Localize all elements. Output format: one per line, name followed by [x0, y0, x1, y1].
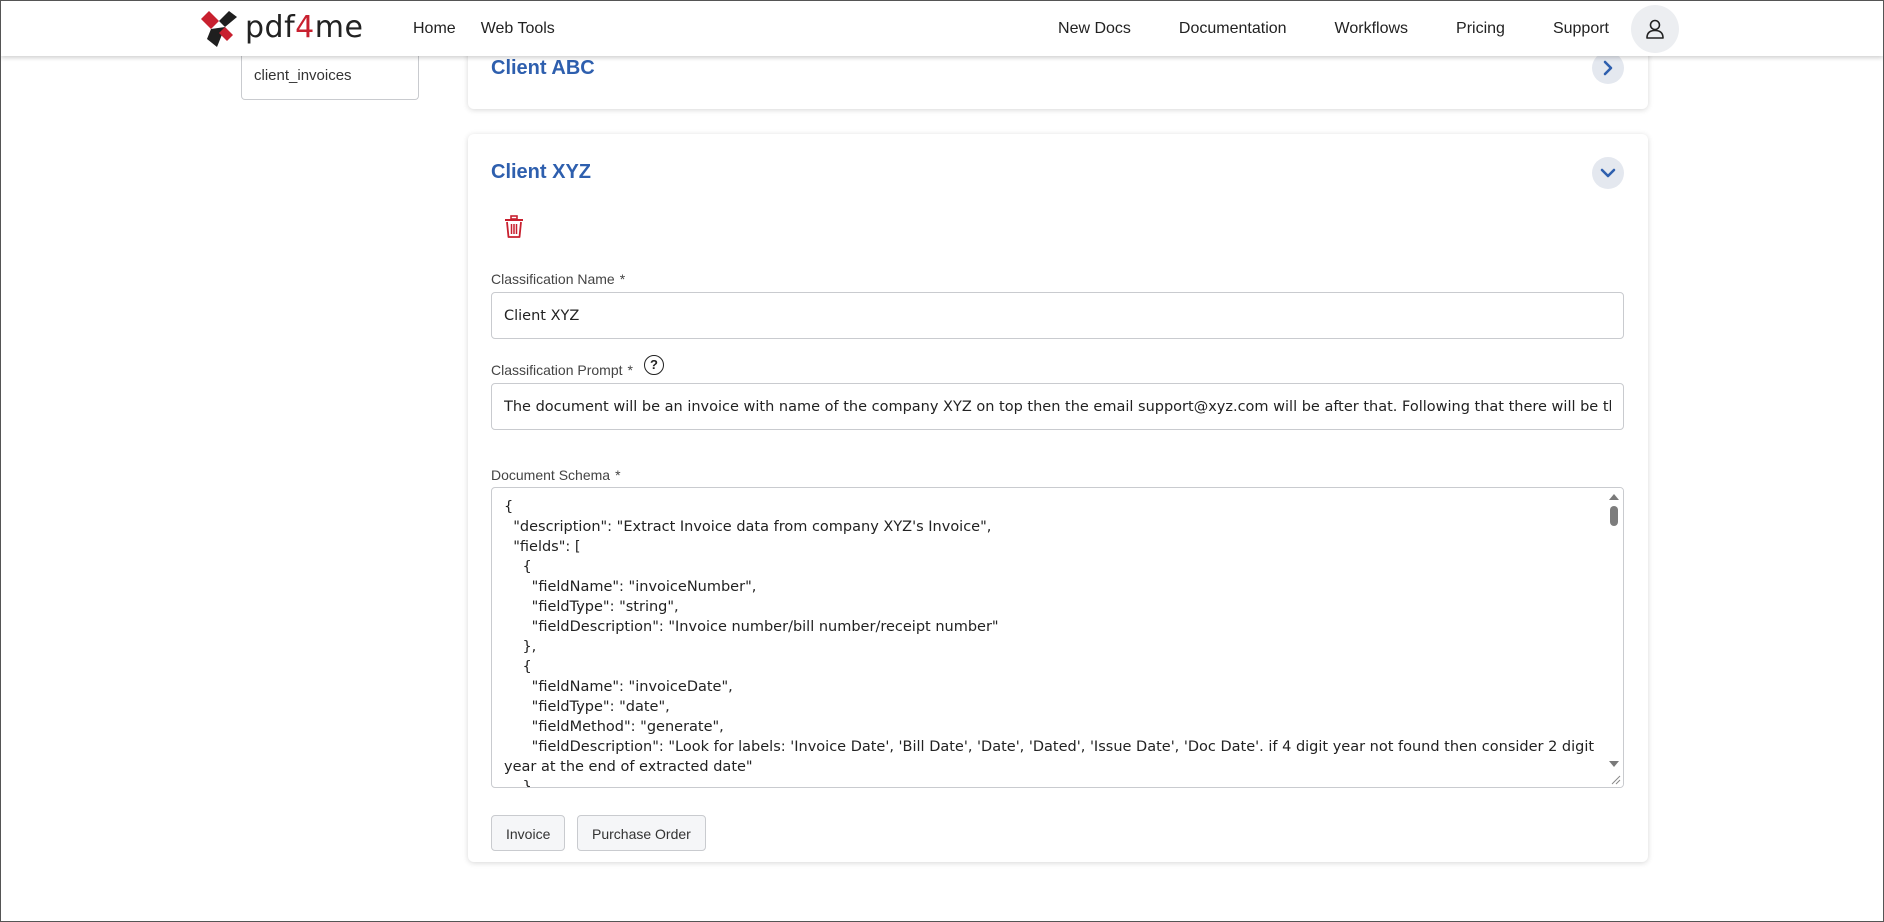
classification-card-client-xyz: Client XYZ Classification Name* Classifi… [468, 134, 1648, 862]
brand-logo[interactable]: pdf4me [199, 7, 363, 49]
expand-toggle-button[interactable] [1592, 52, 1624, 84]
top-navbar: pdf4me Home Web Tools New Docs Documenta… [1, 1, 1883, 56]
nav-link-support[interactable]: Support [1553, 20, 1609, 38]
sidebar: client_invoices [241, 55, 419, 100]
scroll-thumb[interactable] [1610, 506, 1618, 526]
trash-icon [505, 215, 523, 238]
template-chip-invoice[interactable]: Invoice [491, 815, 566, 851]
scroll-down-arrow-icon[interactable] [1609, 761, 1619, 767]
template-chip-purchase-order[interactable]: Purchase Order [577, 815, 706, 851]
app-window: pdf4me Home Web Tools New Docs Documenta… [0, 0, 1884, 922]
classification-title[interactable]: Client ABC [491, 57, 595, 80]
document-schema-textarea[interactable]: { "description": "Extract Invoice data f… [491, 487, 1624, 788]
classification-name-input[interactable] [491, 292, 1624, 339]
question-circle-icon[interactable]: ? [644, 355, 664, 375]
nav-link-home[interactable]: Home [413, 20, 456, 38]
user-account-button[interactable] [1631, 4, 1679, 53]
nav-link-pricing[interactable]: Pricing [1456, 20, 1505, 38]
classification-name-label: Classification Name * [491, 271, 626, 287]
user-icon [1646, 19, 1664, 39]
document-schema-label: Document Schema * [491, 467, 621, 483]
collapse-toggle-button[interactable] [1592, 157, 1624, 189]
classification-title[interactable]: Client XYZ [491, 161, 591, 184]
delete-classification-button[interactable] [502, 214, 526, 240]
chevron-down-icon [1600, 168, 1616, 178]
nav-link-workflows[interactable]: Workflows [1335, 20, 1409, 38]
nav-secondary: New Docs Documentation Workflows Pricing… [1010, 1, 1679, 56]
chevron-right-icon [1603, 60, 1613, 76]
sidebar-item-client-invoices[interactable]: client_invoices [254, 67, 352, 84]
brand-wordmark: pdf4me [245, 10, 364, 45]
document-schema-content[interactable]: { "description": "Extract Invoice data f… [504, 497, 1596, 787]
logo-mark-icon [201, 11, 237, 47]
classification-prompt-label: Classification Prompt * [491, 362, 633, 378]
schema-scrollbar[interactable] [1605, 488, 1623, 787]
nav-link-web-tools[interactable]: Web Tools [481, 20, 555, 38]
nav-primary: Home Web Tools [413, 1, 580, 56]
classification-prompt-input[interactable] [491, 383, 1624, 430]
nav-link-new-docs[interactable]: New Docs [1058, 20, 1131, 38]
nav-link-documentation[interactable]: Documentation [1179, 20, 1287, 38]
resize-grip-icon[interactable] [1609, 773, 1621, 785]
scroll-up-arrow-icon[interactable] [1609, 494, 1619, 500]
